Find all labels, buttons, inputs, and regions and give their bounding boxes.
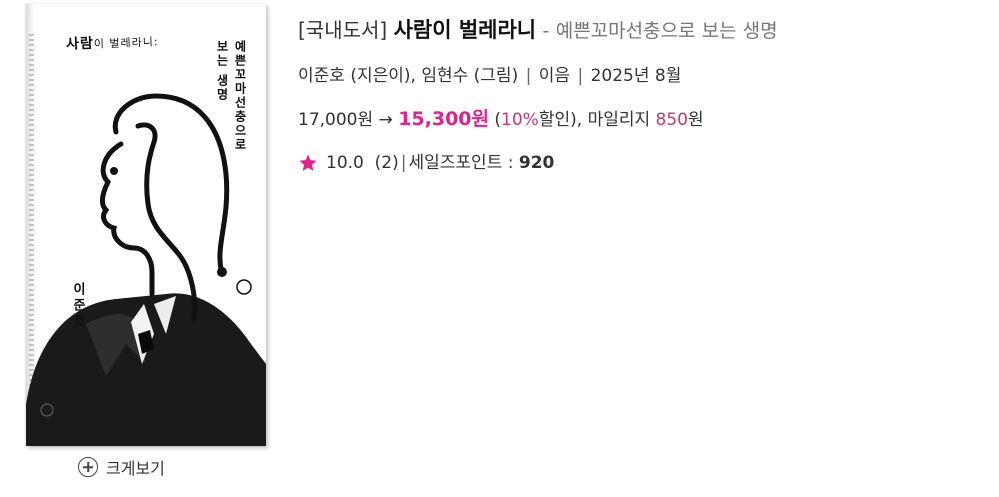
star-icon	[299, 154, 317, 171]
author-link[interactable]: 이준호	[298, 66, 345, 86]
sales-point-label: 세일즈포인트 :	[408, 153, 514, 173]
illustrator-role: (그림)	[473, 66, 519, 86]
subtitle-prefix: -	[542, 20, 550, 42]
mileage-label: 마일리지	[587, 110, 651, 130]
sales-point-value: 920	[518, 153, 555, 173]
separator: |	[400, 153, 407, 173]
cover-column: 사람이 벌레라니: 예쁜꼬마선충으로 보는 생명 이준호 크게보기	[20, 0, 270, 497]
illustrator-link[interactable]: 임현수	[421, 66, 468, 86]
category-label: [국내도서]	[298, 18, 388, 42]
discount-close: 할인),	[538, 110, 583, 130]
zoom-label: 크게보기	[106, 459, 165, 478]
title-line: [국내도서] 사람이 벌레라니 - 예쁜꼬마선충으로 보는 생명	[298, 14, 988, 47]
cover-title: 사람이 벌레라니:	[65, 35, 159, 53]
cover-author: 이준호	[70, 282, 85, 330]
publication-date: 2025년 8월	[590, 66, 682, 86]
rating-score: 10.0	[326, 153, 364, 173]
rating-line: 10.0 (2) | 세일즈포인트 : 920	[298, 149, 988, 177]
price-line: 17,000원 → 15,300원 (10%할인), 마일리지 850원	[298, 105, 988, 134]
book-subtitle: 예쁜꼬마선충으로 보는 생명	[555, 20, 778, 42]
plus-circle-icon	[78, 457, 98, 477]
arrow-icon: →	[378, 110, 393, 130]
sale-price: 15,300원	[398, 108, 489, 130]
cover-subtitle-2: 보는 생명	[215, 40, 229, 103]
meta-line: 이준호 (지은이), 임현수 (그림) | 이음 | 2025년 8월	[298, 62, 988, 90]
zoom-button[interactable]: 크게보기	[78, 454, 165, 480]
list-price: 17,000원	[298, 110, 374, 130]
product-info: [국내도서] 사람이 벌레라니 - 예쁜꼬마선충으로 보는 생명 이준호 (지은…	[298, 14, 988, 177]
book-title-link[interactable]: 사람이 벌레라니	[394, 18, 537, 42]
author-role: (지은이),	[350, 66, 416, 86]
rating-count-link[interactable]: (2)	[375, 149, 399, 177]
cover-subtitle-1: 예쁜꼬마선충으로	[233, 40, 247, 152]
book-cover-image[interactable]: 사람이 벌레라니: 예쁜꼬마선충으로 보는 생명 이준호	[26, 4, 266, 446]
mileage-unit: 원	[688, 110, 704, 130]
separator: |	[577, 66, 584, 86]
publisher-link[interactable]: 이음	[539, 66, 570, 86]
mileage-value: 850	[655, 110, 688, 130]
discount-percent: 10%	[501, 110, 539, 130]
separator: |	[525, 66, 532, 86]
